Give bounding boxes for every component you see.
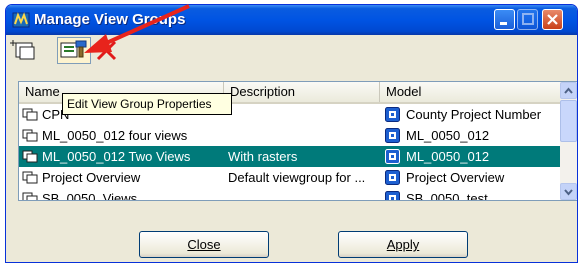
- model-name: ML_0050_012: [406, 149, 490, 164]
- list-item-selected[interactable]: ML_0050_012 Two Views With rasters ML_00…: [19, 146, 560, 167]
- close-window-button[interactable]: [542, 9, 563, 30]
- list-item[interactable]: SB_0050_Views SB_0050_test: [19, 188, 560, 201]
- chevron-down-icon: [564, 189, 573, 196]
- close-icon: [547, 14, 558, 25]
- apply-button[interactable]: Apply: [338, 231, 468, 258]
- maximize-button[interactable]: [517, 9, 538, 30]
- view-group-name: Project Overview: [42, 170, 141, 185]
- manage-view-groups-dialog: Manage View Groups Name Description Mode…: [5, 4, 578, 263]
- maximize-icon: [522, 13, 534, 25]
- delete-x-icon: [96, 40, 117, 61]
- view-groups-app-icon: [12, 12, 30, 28]
- edit-view-group-properties-button[interactable]: [57, 37, 91, 64]
- list-item[interactable]: ML_0050_012 four views ML_0050_012: [19, 125, 560, 146]
- view-group-description: [228, 125, 380, 146]
- view-group-icon: [22, 108, 38, 121]
- view-group-icon: [22, 171, 38, 184]
- scroll-down-button[interactable]: [560, 183, 577, 200]
- view-group-name: SB_0050_Views: [42, 191, 138, 201]
- model-icon: [385, 191, 400, 200]
- model-name: Project Overview: [406, 170, 505, 185]
- view-group-description: With rasters: [228, 149, 298, 164]
- model-name: ML_0050_012: [406, 128, 490, 143]
- title-bar[interactable]: Manage View Groups: [6, 5, 577, 35]
- model-name: County Project Number: [406, 107, 542, 122]
- view-group-icon: [22, 150, 38, 163]
- folder-new-icon: [10, 40, 35, 60]
- window-title: Manage View Groups: [34, 11, 186, 28]
- vertical-scrollbar[interactable]: [560, 82, 577, 200]
- chevron-up-icon: [564, 87, 573, 94]
- apply-button-label: Apply: [386, 237, 420, 252]
- close-button-label: Close: [187, 237, 221, 252]
- edit-properties-tooltip: Edit View Group Properties: [62, 93, 232, 115]
- model-name: SB_0050_test: [406, 191, 488, 201]
- new-view-group-button[interactable]: [10, 37, 38, 64]
- model-icon: [385, 128, 400, 143]
- view-group-icon: [22, 192, 38, 200]
- view-group-name: ML_0050_012 four views: [42, 128, 188, 143]
- view-group-name: ML_0050_012 Two Views: [42, 149, 191, 164]
- view-group-icon: [22, 129, 38, 142]
- column-header-model[interactable]: Model: [380, 82, 560, 102]
- minimize-icon: [500, 22, 507, 25]
- close-button[interactable]: Close: [139, 231, 269, 258]
- scroll-up-button[interactable]: [560, 82, 577, 99]
- scroll-thumb[interactable]: [560, 100, 577, 142]
- model-icon: [385, 149, 400, 164]
- view-group-description: [228, 188, 380, 200]
- model-icon: [385, 170, 400, 185]
- column-header-description[interactable]: Description: [224, 82, 380, 102]
- model-icon: [385, 107, 400, 122]
- minimize-button[interactable]: [494, 9, 515, 30]
- edit-properties-icon: [60, 40, 87, 58]
- view-group-description: Default viewgroup for ...: [228, 170, 366, 185]
- delete-view-group-button[interactable]: [94, 37, 120, 64]
- view-group-description: [228, 104, 380, 125]
- list-item[interactable]: Project Overview Default viewgroup for .…: [19, 167, 560, 188]
